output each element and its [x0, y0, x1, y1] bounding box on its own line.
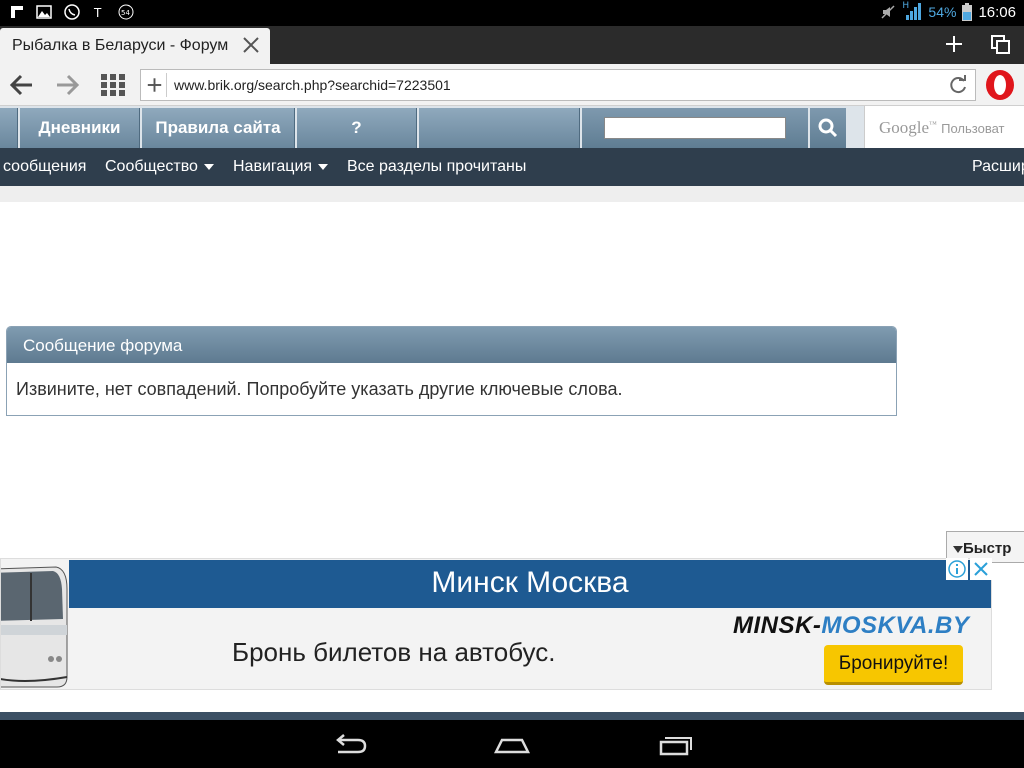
close-tab-icon[interactable] — [240, 34, 262, 56]
nav-tab-empty — [419, 108, 580, 148]
svg-text:T: T — [93, 6, 102, 19]
message-box-text: Извините, нет совпадений. Попробуйте ука… — [16, 379, 623, 399]
tab-bar: Рыбалка в Беларуси - Форум — [0, 26, 1024, 64]
message-box-title: Сообщение форума — [7, 327, 896, 363]
nav-tab-rules[interactable]: Правила сайта — [142, 108, 295, 148]
url-text: www.brik.org/search.php?searchid=7223501 — [174, 77, 451, 93]
subnav-messages[interactable]: сообщения — [3, 158, 86, 176]
ad-info-icon[interactable] — [946, 558, 968, 580]
ad-banner[interactable]: Минск Москва MINSK-MOSKVA.BY Бронь билет… — [0, 558, 992, 690]
nav-tab-partial[interactable] — [0, 108, 18, 148]
t-icon: T — [93, 6, 102, 19]
subnav-advanced[interactable]: Расшир — [972, 158, 1024, 176]
speed-dial-grid-icon[interactable] — [99, 72, 127, 98]
page-footer-strip — [0, 712, 1024, 720]
recent-apps-icon[interactable] — [655, 730, 695, 758]
forum-search-button[interactable] — [810, 108, 846, 148]
status-system: H 54% 16:06 — [880, 1, 1016, 21]
nav-tab-label: Дневники — [38, 118, 121, 137]
google-search-placeholder: Google™ Пользоват — [879, 118, 1005, 137]
nav-tab-label: Правила сайта — [155, 118, 281, 137]
system-nav-bar — [0, 720, 1024, 768]
gallery-icon — [36, 5, 52, 19]
forward-arrow-icon[interactable] — [53, 72, 81, 98]
new-tab-icon[interactable] — [944, 34, 964, 54]
count-badge-icon: 54 — [118, 4, 134, 20]
nav-tab-diaries[interactable]: Дневники — [20, 108, 140, 148]
nav-tab-help[interactable]: ? — [297, 108, 417, 148]
subnav-community[interactable]: Сообщество — [105, 158, 214, 176]
subnav-navigation[interactable]: Навигация — [233, 158, 329, 176]
ad-book-button[interactable]: Бронируйте! — [824, 645, 963, 685]
tabs-switcher-icon[interactable] — [990, 34, 1012, 54]
search-icon — [818, 118, 838, 138]
url-field[interactable]: www.brik.org/search.php?searchid=7223501 — [140, 69, 976, 101]
forum-search-input[interactable] — [604, 117, 786, 139]
tab-actions — [944, 34, 1012, 54]
bus-image — [1, 566, 68, 688]
ad-brand-logo: MINSK-MOSKVA.BY — [733, 612, 970, 639]
forum-message-box: Сообщение форума Извините, нет совпадени… — [6, 326, 897, 416]
chevron-down-icon — [203, 164, 214, 170]
nav-tab-label: ? — [351, 118, 362, 137]
bookmark-add-icon[interactable] — [143, 73, 167, 97]
back-icon[interactable] — [330, 730, 370, 758]
clock: 16:06 — [978, 3, 1016, 21]
flipboard-icon — [11, 6, 23, 18]
forum-subnav: сообщения Сообщество Навигация Все разде… — [0, 148, 1024, 186]
ad-controls — [946, 558, 992, 580]
forum-top-nav: Дневники Правила сайта ? Google™ Пользов… — [0, 106, 1024, 148]
browser-tab[interactable]: Рыбалка в Беларуси - Форум — [0, 28, 270, 64]
separator-band — [0, 186, 1024, 202]
svg-text:54: 54 — [121, 9, 130, 17]
address-bar: www.brik.org/search.php?searchid=7223501 — [0, 64, 1024, 106]
mute-icon — [881, 5, 895, 19]
ad-description: Бронь билетов на автобус. — [232, 637, 556, 667]
forum-search — [582, 108, 808, 148]
signal-icon: H — [902, 1, 922, 21]
chevron-down-icon — [318, 164, 329, 170]
google-search-box[interactable]: Google™ Пользоват — [864, 106, 1024, 148]
viber-icon — [64, 4, 80, 20]
status-notifications: T 54 — [10, 4, 134, 20]
ad-headline: Минск Москва — [69, 560, 991, 608]
opera-menu-icon[interactable] — [984, 69, 1016, 101]
status-bar: T 54 H 54% 16:06 — [0, 0, 1024, 26]
ad-close-icon[interactable] — [970, 558, 992, 580]
subnav-mark-read[interactable]: Все разделы прочитаны — [347, 158, 526, 176]
back-arrow-icon[interactable] — [8, 72, 36, 98]
tab-title: Рыбалка в Беларуси - Форум — [12, 37, 229, 54]
reload-icon[interactable] — [947, 74, 969, 96]
quick-reply-label: Быстр — [963, 540, 1012, 557]
battery-percent: 54% — [928, 4, 957, 20]
chevron-down-icon — [953, 546, 963, 553]
home-icon[interactable] — [492, 730, 532, 758]
battery-icon — [962, 3, 973, 21]
